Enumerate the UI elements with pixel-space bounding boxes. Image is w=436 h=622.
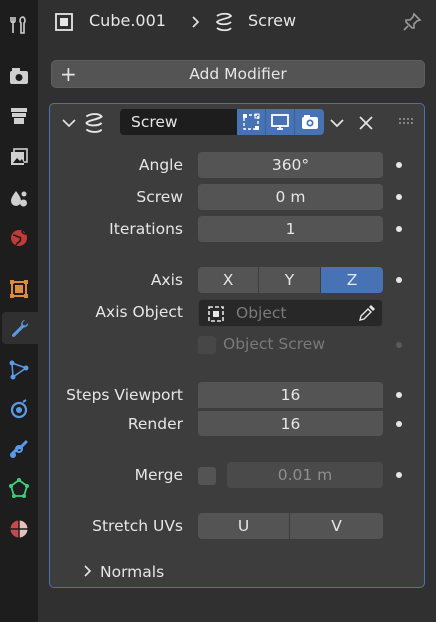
axis-x-button[interactable]: X (198, 267, 259, 293)
edit-mode-toggle[interactable] (237, 109, 266, 135)
viewport-toggle[interactable] (266, 109, 295, 135)
merge-label: Merge (134, 466, 183, 484)
material-tab[interactable] (3, 513, 35, 545)
screw-label: Screw (136, 188, 183, 206)
scene-icon (11, 191, 27, 207)
tool-tab[interactable] (3, 9, 35, 41)
mesh-data-icon (9, 478, 29, 498)
steps-viewport-label: Steps Viewport (66, 386, 183, 404)
chevron-down-icon[interactable] (328, 114, 346, 132)
object-screw-checkbox[interactable] (198, 336, 216, 354)
iterations-keyframe-dot[interactable] (396, 226, 402, 232)
chevron-right-icon[interactable] (82, 564, 94, 578)
particles-icon (9, 360, 29, 380)
scene-tab[interactable] (3, 182, 35, 214)
close-icon[interactable] (356, 113, 376, 133)
axis-label: Axis (150, 271, 183, 289)
merge-distance-field[interactable]: 0.01 m (227, 462, 383, 488)
eyedropper-icon[interactable] (358, 304, 376, 322)
world-icon (11, 230, 27, 246)
screw-modifier-panel: Screw Angle 360° Screw 0 m Iterations 1 … (49, 103, 425, 588)
tool-icon (10, 16, 26, 34)
steps-viewport-keyframe-dot[interactable] (396, 392, 402, 398)
properties-header: Cube.001 Screw (38, 0, 436, 44)
camera-icon (301, 115, 318, 129)
constraints-icon (10, 440, 28, 458)
add-modifier-button[interactable]: + Add Modifier (51, 60, 425, 88)
normals-subpanel-header[interactable]: Normals (100, 563, 164, 581)
object-screw-keyframe-dot[interactable] (396, 342, 402, 348)
axis-z-button[interactable]: Z (321, 267, 383, 293)
output-icon (11, 108, 27, 124)
screw-modifier-icon (85, 113, 103, 133)
visibility-toggles (237, 109, 324, 135)
stretch-uvs-selector: U V (198, 513, 383, 539)
object-tab[interactable] (3, 273, 35, 305)
render-steps-keyframe-dot[interactable] (396, 421, 402, 427)
object-name: Cube.001 (89, 11, 166, 30)
collapse-chevron-icon[interactable] (61, 115, 77, 131)
modifier-tab[interactable] (2, 312, 38, 344)
pin-icon[interactable] (400, 10, 424, 34)
drag-handle-icon[interactable] (398, 116, 416, 126)
render-tab[interactable] (3, 60, 35, 92)
view-layer-icon (11, 148, 28, 165)
world-tab[interactable] (3, 222, 35, 254)
stretch-u-button[interactable]: U (198, 513, 290, 539)
render-steps-field[interactable]: 16 (198, 410, 383, 436)
steps-viewport-field[interactable]: 16 (198, 382, 383, 408)
edit-mode-icon (243, 113, 260, 130)
modifier-name-field[interactable]: Screw (120, 109, 239, 135)
axis-object-placeholder: Object (236, 304, 287, 322)
iterations-label: Iterations (109, 220, 183, 238)
object-icon (208, 306, 224, 322)
modifier-name: Screw (248, 11, 297, 30)
render-icon (10, 68, 28, 84)
screw-field[interactable]: 0 m (198, 184, 383, 210)
stretch-v-button[interactable]: V (290, 513, 383, 539)
render-toggle[interactable] (295, 109, 324, 135)
angle-label: Angle (138, 156, 183, 174)
render-steps-label: Render (127, 415, 183, 433)
add-modifier-label: Add Modifier (189, 65, 287, 83)
object-screw-label: Object Screw (223, 335, 326, 353)
axis-object-label: Axis Object (95, 303, 183, 321)
monitor-icon (271, 114, 289, 130)
iterations-field[interactable]: 1 (198, 216, 383, 242)
physics-tab[interactable] (3, 393, 35, 425)
axis-keyframe-dot[interactable] (396, 277, 402, 283)
axis-object-field[interactable]: Object (198, 299, 383, 327)
view-layer-tab[interactable] (3, 141, 35, 173)
merge-checkbox[interactable] (198, 467, 216, 485)
angle-field[interactable]: 360° (198, 152, 383, 178)
angle-keyframe-dot[interactable] (396, 162, 402, 168)
merge-keyframe-dot[interactable] (396, 472, 402, 478)
screw-keyframe-dot[interactable] (396, 194, 402, 200)
stretch-uvs-label: Stretch UVs (92, 517, 183, 535)
wrench-icon (12, 319, 29, 337)
axis-y-button[interactable]: Y (259, 267, 321, 293)
screw-modifier-icon (212, 10, 236, 34)
data-tab[interactable] (3, 472, 35, 504)
properties-tab-bar (0, 0, 38, 622)
material-icon (10, 520, 28, 538)
constraints-tab[interactable] (3, 433, 35, 465)
particles-tab[interactable] (3, 354, 35, 386)
axis-selector: X Y Z (198, 267, 383, 293)
breadcrumb-chevron-icon (184, 10, 208, 34)
output-tab[interactable] (3, 100, 35, 132)
physics-icon (10, 399, 28, 419)
object-icon (52, 10, 76, 34)
modifier-name-value: Screw (131, 113, 178, 131)
object-icon (10, 280, 28, 298)
